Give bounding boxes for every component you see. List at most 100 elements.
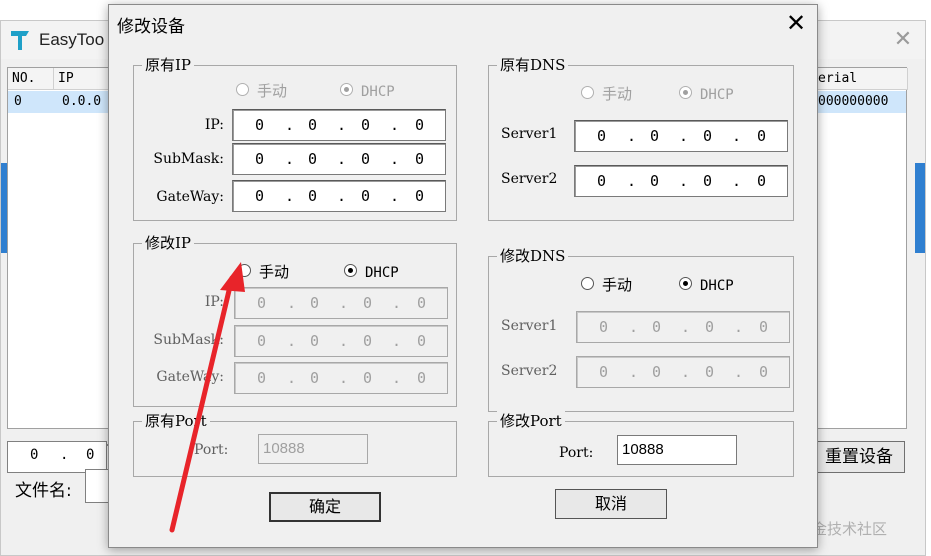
radio-label: 手动 (257, 82, 288, 100)
ip-octet: 0 (652, 363, 662, 381)
mod-submask-field[interactable]: 0. 0. 0. 0 (234, 325, 448, 357)
original-ip-group: 原有IP 手动 DHCP IP: 0. 0. 0. 0 SubMask: 0. … (133, 55, 457, 221)
ip-octet: 0 (30, 447, 39, 463)
column-header-no[interactable]: NO. (8, 68, 54, 90)
mod-ip-manual-radio[interactable]: 手动 (238, 262, 289, 282)
mod-gateway-field[interactable]: 0. 0. 0. 0 (234, 362, 448, 394)
orig-ip-field[interactable]: 0. 0. 0. 0 (232, 109, 446, 141)
mod-server1-field[interactable]: 0. 0. 0. 0 (576, 311, 790, 343)
ip-octet: 0 (415, 116, 425, 134)
ip-octet: 0 (363, 332, 373, 350)
mod-dns-dhcp-radio[interactable]: DHCP (679, 275, 734, 296)
ip-octet: 0 (759, 318, 769, 336)
orig-gateway-field[interactable]: 0. 0. 0. 0 (232, 180, 446, 212)
orig-port-field[interactable]: 10888 (258, 434, 368, 464)
modify-port-group: 修改Port Port: 10888 (488, 411, 794, 477)
ip-octet: 0 (417, 369, 427, 387)
ip-octet: 0 (255, 116, 265, 134)
server1-label: Server1 (501, 318, 558, 334)
port-label: Port: (194, 442, 229, 458)
ip-octet: 0 (257, 294, 267, 312)
server2-label: Server2 (501, 363, 558, 379)
dialog-title: 修改设备 (117, 17, 185, 37)
radio-selected-icon (340, 83, 353, 96)
orig-server2-field[interactable]: 0. 0. 0. 0 (574, 165, 788, 197)
ip-octet: 0 (363, 369, 373, 387)
ip-octet: 0 (308, 187, 318, 205)
modify-dns-group: 修改DNS 手动 DHCP Server1 0. 0. 0. 0 Server2… (488, 246, 794, 412)
ip-octet: 0 (363, 294, 373, 312)
ip-octet: 0 (361, 150, 371, 168)
ip-octet: 0 (597, 172, 607, 190)
orig-ip-dhcp-radio[interactable]: DHCP (340, 81, 395, 102)
ip-dot: . (60, 447, 69, 463)
ip-octet: 0 (310, 294, 320, 312)
orig-submask-field[interactable]: 0. 0. 0. 0 (232, 143, 446, 175)
ip-octet: 0 (705, 318, 715, 336)
cell-no: 0 (14, 94, 22, 109)
mod-ip-dhcp-radio[interactable]: DHCP (344, 262, 399, 283)
group-title: 原有IP (142, 55, 195, 75)
radio-label: DHCP (361, 84, 395, 100)
ok-button[interactable]: 确定 (269, 492, 381, 522)
ip-octet: 0 (703, 127, 713, 145)
file-name-input[interactable] (85, 469, 109, 503)
dialog-close-icon[interactable]: ✕ (781, 8, 811, 38)
radio-label: DHCP (365, 265, 399, 281)
radio-label: 手动 (259, 263, 290, 281)
orig-dns-manual-radio[interactable]: 手动 (581, 84, 632, 104)
mod-port-field[interactable]: 10888 (617, 435, 737, 465)
group-title: 原有DNS (497, 55, 569, 75)
background-close-icon[interactable]: ✕ (889, 27, 917, 53)
gateway-label: GateWay: (156, 189, 224, 205)
group-title: 原有Port (142, 411, 210, 431)
ip-octet: 0 (705, 363, 715, 381)
ip-octet: 0 (759, 363, 769, 381)
submask-label: SubMask: (153, 332, 224, 348)
ip-octet: 0 (361, 187, 371, 205)
radio-circle-icon (238, 264, 251, 277)
mod-server2-field[interactable]: 0. 0. 0. 0 (576, 356, 790, 388)
ip-octet: 0 (757, 127, 767, 145)
reset-device-button[interactable]: 重置设备 (813, 441, 905, 473)
port-label: Port: (559, 445, 594, 461)
ip-octet: 0 (310, 369, 320, 387)
ip-octet: 0 (255, 150, 265, 168)
mod-ip-field[interactable]: 0. 0. 0. 0 (234, 287, 448, 319)
ip-octet: 0 (361, 116, 371, 134)
radio-selected-icon (679, 277, 692, 290)
radio-circle-icon (581, 277, 594, 290)
blue-side-strip (1, 163, 7, 253)
ip-octet: 0 (310, 332, 320, 350)
orig-dns-dhcp-radio[interactable]: DHCP (679, 84, 734, 105)
ip-octet: 0 (650, 172, 660, 190)
submask-label: SubMask: (153, 151, 224, 167)
orig-server1-field[interactable]: 0. 0. 0. 0 (574, 120, 788, 152)
ip-octet: 0 (597, 127, 607, 145)
ip-octet: 0 (257, 332, 267, 350)
modify-device-dialog: 修改设备 ✕ 原有IP 手动 DHCP IP: 0. 0. 0. 0 SubMa… (108, 4, 818, 548)
mod-dns-manual-radio[interactable]: 手动 (581, 275, 632, 295)
ip-octet: 0 (86, 447, 95, 463)
ip-octet: 0 (599, 363, 609, 381)
cancel-button[interactable]: 取消 (555, 489, 667, 519)
modify-ip-group: 修改IP 手动 DHCP IP: 0. 0. 0. 0 SubMask: 0. … (133, 233, 457, 407)
radio-selected-icon (679, 86, 692, 99)
radio-label: DHCP (700, 278, 734, 294)
ip-octet: 0 (650, 127, 660, 145)
cell-ip: 0.0.0 (62, 94, 102, 109)
radio-circle-icon (581, 86, 594, 99)
ip-octet: 0 (652, 318, 662, 336)
radio-circle-icon (236, 83, 249, 96)
orig-ip-manual-radio[interactable]: 手动 (236, 81, 287, 101)
ip-octet: 0 (255, 187, 265, 205)
radio-selected-icon (344, 264, 357, 277)
group-title: 修改DNS (497, 246, 569, 266)
gateway-label: GateWay: (156, 369, 224, 385)
ip-octet: 0 (599, 318, 609, 336)
column-header-serial[interactable]: erial (808, 68, 908, 90)
ip-octet: 0 (308, 116, 318, 134)
ip-octet: 0 (257, 369, 267, 387)
column-header-ip[interactable]: IP (54, 68, 114, 90)
server2-label: Server2 (501, 171, 558, 187)
